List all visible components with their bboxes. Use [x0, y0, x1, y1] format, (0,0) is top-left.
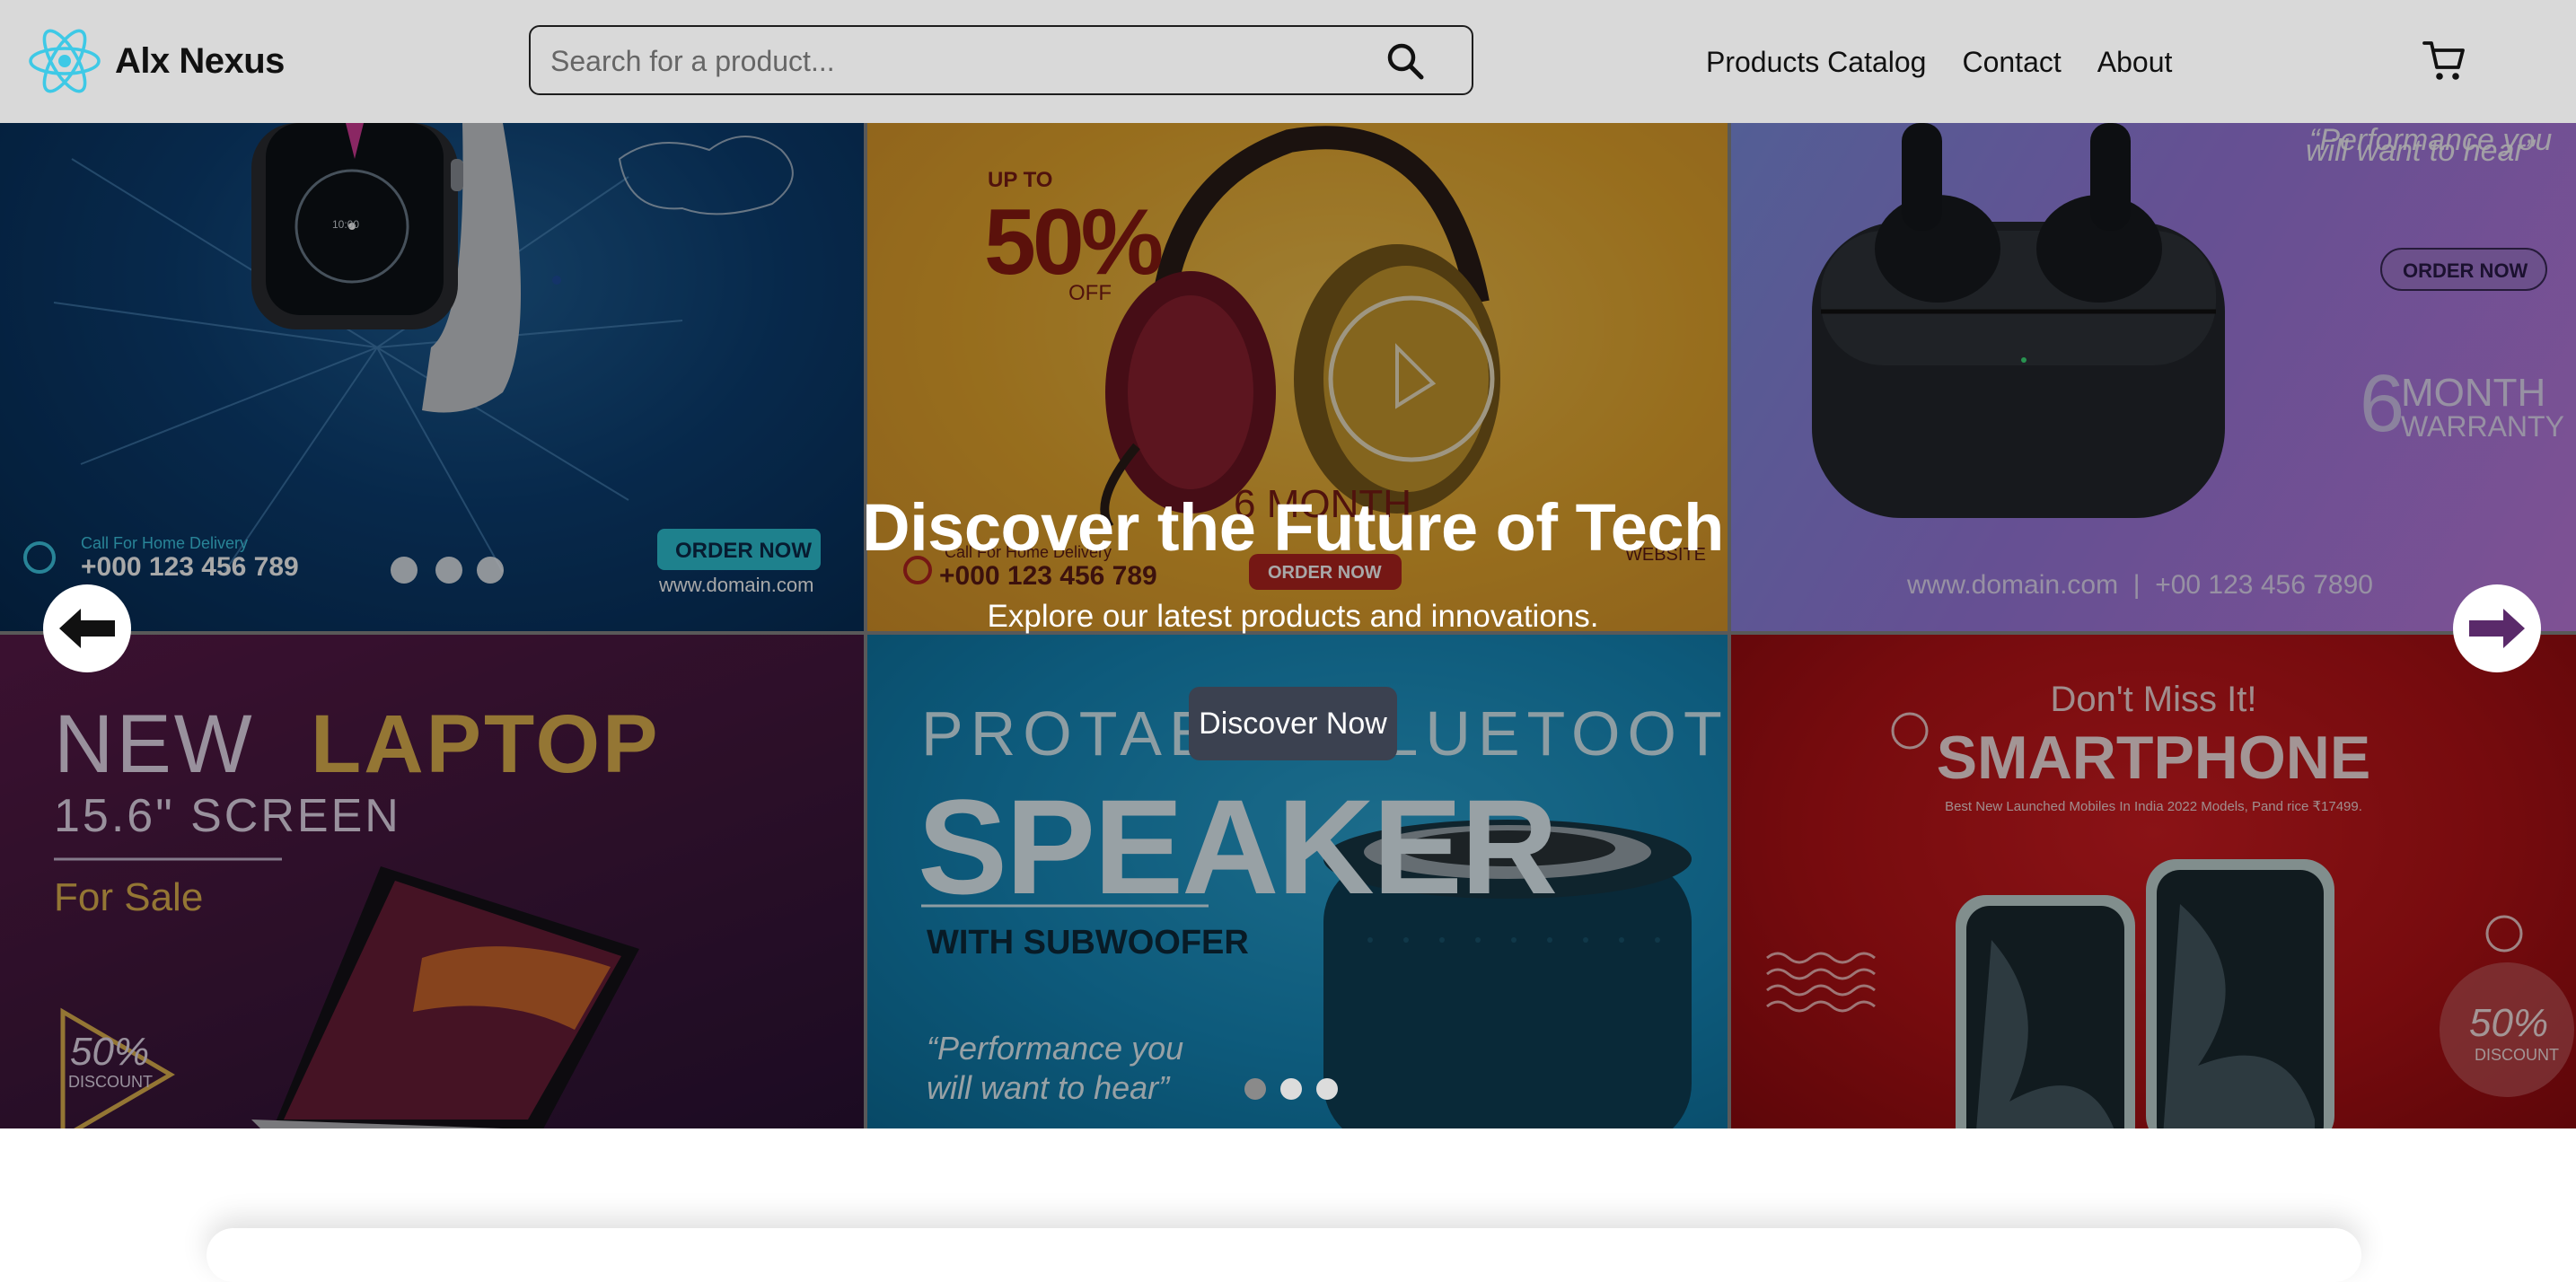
- hero-carousel: Call For Home Delivery +000 123 456 789 …: [0, 123, 2576, 1128]
- react-atom-icon: [27, 25, 102, 97]
- nav-links: Products Catalog Contact About: [1706, 40, 2172, 84]
- search-icon[interactable]: [1385, 41, 1425, 81]
- shopping-cart-icon[interactable]: [2422, 38, 2466, 83]
- arrow-left-icon: [59, 609, 115, 648]
- carousel-dot-3[interactable]: [1316, 1078, 1338, 1100]
- search-input[interactable]: [549, 36, 1360, 86]
- carousel-indicators: [1244, 1078, 1338, 1100]
- nav-link-contact[interactable]: Contact: [1962, 46, 2061, 79]
- brand[interactable]: Alx Nexus: [27, 25, 285, 97]
- arrow-right-icon: [2469, 609, 2525, 648]
- hero-overlay: [0, 123, 2576, 1128]
- nav-link-about[interactable]: About: [2097, 46, 2173, 79]
- navbar: Alx Nexus Products Catalog Contact About: [0, 0, 2576, 123]
- nav-link-products-catalog[interactable]: Products Catalog: [1706, 46, 1926, 79]
- carousel-next-button[interactable]: [2453, 584, 2541, 672]
- carousel-prev-button[interactable]: [43, 584, 131, 672]
- brand-name: Alx Nexus: [115, 40, 285, 81]
- carousel-dot-1[interactable]: [1244, 1078, 1266, 1100]
- next-section-card: [207, 1228, 2361, 1282]
- discover-now-button[interactable]: Discover Now: [1189, 687, 1397, 760]
- carousel-dot-2[interactable]: [1280, 1078, 1302, 1100]
- search-box: [529, 25, 1473, 95]
